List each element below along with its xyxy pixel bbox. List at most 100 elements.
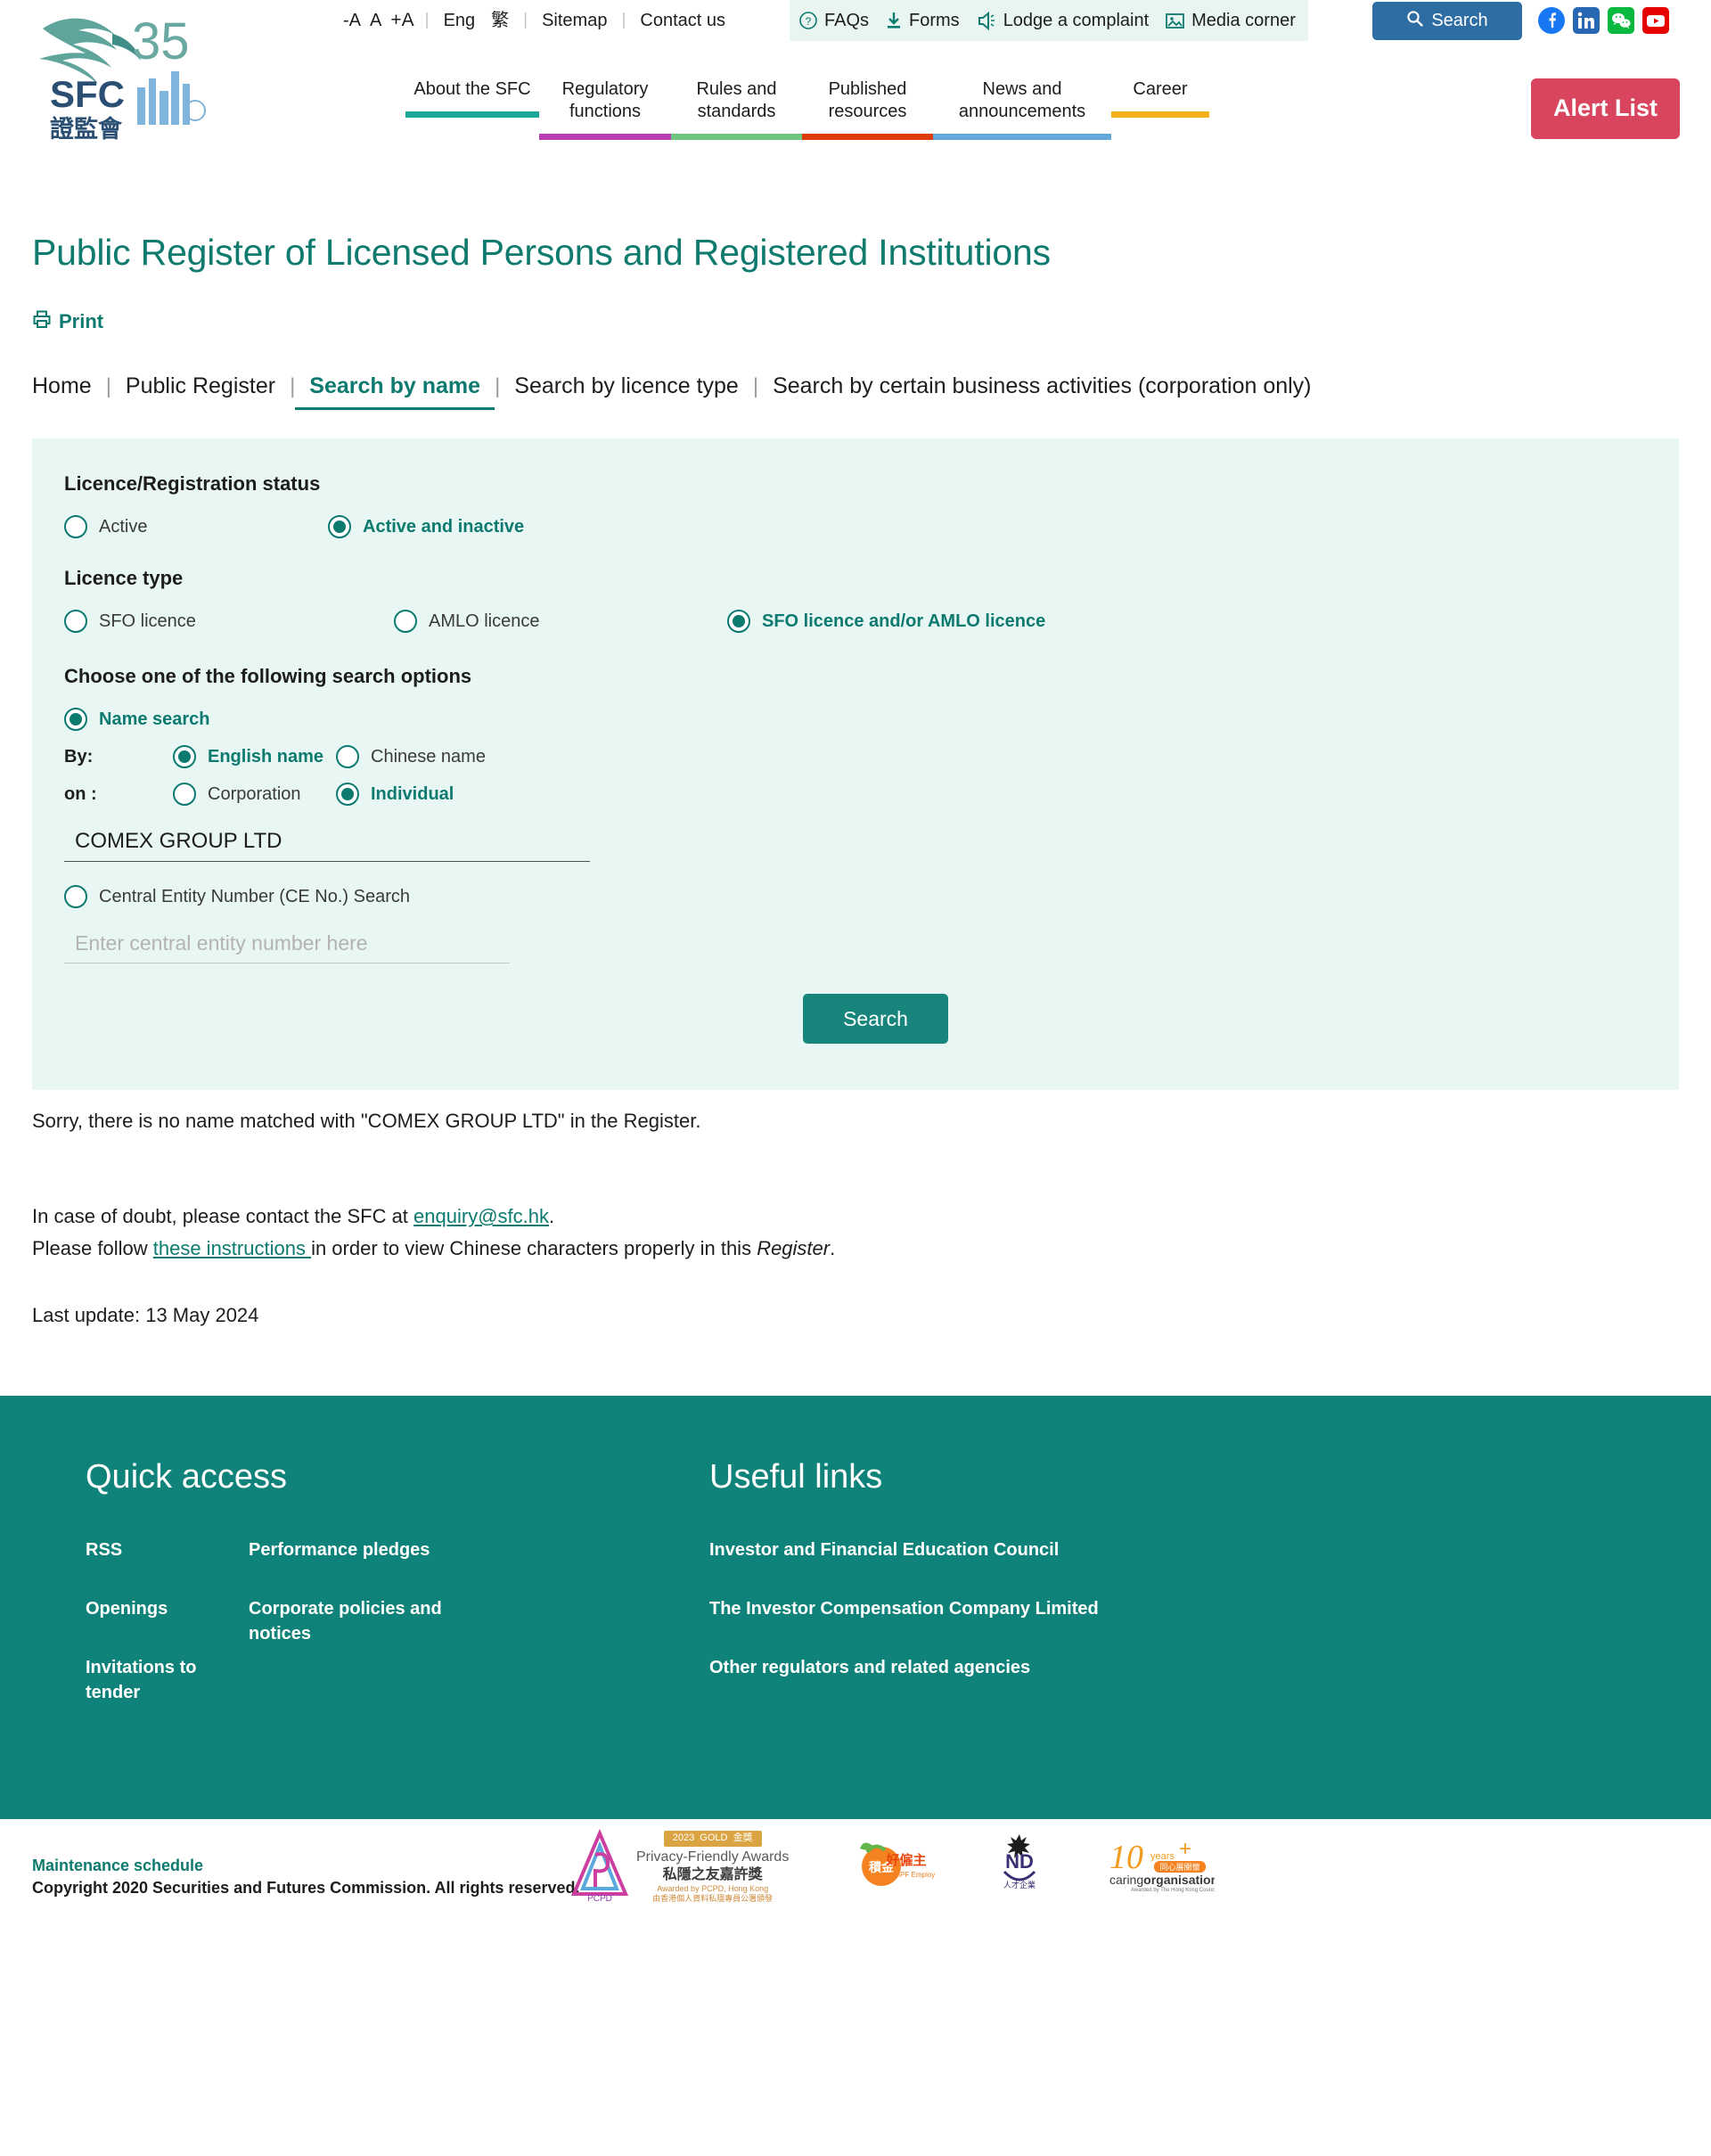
nav-label: News and announcements xyxy=(958,79,1086,121)
lang-chinese-link[interactable]: 繁 xyxy=(483,0,517,41)
lang-english-link[interactable]: Eng xyxy=(436,0,484,41)
contact-note: In case of doubt, please contact the SFC… xyxy=(32,1201,1711,1233)
quick-access-title: Quick access xyxy=(86,1457,287,1496)
utility-icon-bar: ? FAQs Forms Lodge a complaint Media cor… xyxy=(790,0,1308,41)
licence-status-label: Licence/Registration status xyxy=(64,472,321,495)
tab-public-register[interactable]: Public Register xyxy=(111,373,290,399)
lodge-complaint-link[interactable]: Lodge a complaint xyxy=(976,11,1149,31)
contact-note-suffix: . xyxy=(549,1205,555,1227)
radio-chinese-name[interactable]: Chinese name xyxy=(336,745,486,768)
footer-columns: Quick access RSS Openings Invitations to… xyxy=(0,1458,1711,1739)
nav-item-news-and-announcements[interactable]: News and announcements xyxy=(933,78,1111,149)
tab-home[interactable]: Home xyxy=(32,373,106,399)
print-button[interactable]: Print xyxy=(32,309,103,334)
tab-search-by-name[interactable]: Search by name xyxy=(295,373,495,410)
radio-label: Individual xyxy=(371,783,454,804)
nav-item-published-resources[interactable]: Published resources xyxy=(802,78,933,149)
radio-status-active[interactable]: Active xyxy=(64,515,328,538)
instructions-suffix: . xyxy=(830,1236,836,1259)
alert-list-button[interactable]: Alert List xyxy=(1531,78,1680,139)
good-mpf-apple-icon: 積金 好僱主 Good MPF Employer xyxy=(860,1842,942,1887)
sitemap-link[interactable]: Sitemap xyxy=(534,0,615,41)
enquiry-email-link[interactable]: enquiry@sfc.hk xyxy=(413,1205,549,1227)
question-circle-icon: ? xyxy=(798,11,818,30)
svg-text:+: + xyxy=(1179,1837,1191,1861)
wechat-icon[interactable] xyxy=(1608,7,1634,34)
footer-quick-access: Quick access RSS Openings Invitations to… xyxy=(86,1458,709,1739)
font-decrease-button[interactable]: -A xyxy=(339,11,365,31)
sfc-logo[interactable]: 35 SFC 證監會 xyxy=(27,2,214,152)
nav-label: Rules and standards xyxy=(696,79,777,121)
print-label: Print xyxy=(59,310,104,332)
divider: | xyxy=(621,11,626,29)
youtube-icon[interactable] xyxy=(1642,7,1669,34)
radio-english-name[interactable]: English name xyxy=(173,745,336,768)
svg-text:ND: ND xyxy=(1005,1850,1034,1873)
media-corner-link[interactable]: Media corner xyxy=(1165,11,1296,31)
divider: | xyxy=(424,11,430,29)
radio-amlo-licence[interactable]: AMLO licence xyxy=(394,610,727,633)
svg-text:35: 35 xyxy=(132,12,190,70)
footer-link-performance-pledges[interactable]: Performance pledges xyxy=(249,1537,552,1562)
svg-text:years: years xyxy=(1150,1851,1175,1862)
radio-ce-number-search[interactable]: Central Entity Number (CE No.) Search xyxy=(64,885,410,908)
font-normal-button[interactable]: A xyxy=(365,11,386,31)
ce-search-row: Central Entity Number (CE No.) Search xyxy=(64,885,1679,908)
site-footer: Quick access RSS Openings Invitations to… xyxy=(0,1395,1711,1819)
radio-status-active-and-inactive[interactable]: Active and inactive xyxy=(328,515,524,538)
footer-link-other-regulators[interactable]: Other regulators and related agencies xyxy=(709,1655,1099,1680)
award-logos: PCPD 2023 GOLD 金獎 Privacy-Friendly Award… xyxy=(570,1828,1259,1905)
nav-item-rules-and-standards[interactable]: Rules and standards xyxy=(671,78,802,149)
tab-search-by-licence-type[interactable]: Search by licence type xyxy=(500,373,753,399)
footer-link-invitations-to-tender[interactable]: Invitations to tender xyxy=(86,1655,249,1705)
nav-underline xyxy=(539,134,671,140)
page-content: Public Register of Licensed Persons and … xyxy=(0,232,1711,1332)
instructions-mid: in order to view Chinese characters prop… xyxy=(311,1236,757,1259)
svg-text:Awarded by The Hong Kong Counc: Awarded by The Hong Kong Council of Soci… xyxy=(1131,1888,1215,1893)
forms-label: Forms xyxy=(909,10,960,30)
svg-text:證監會: 證監會 xyxy=(50,115,123,143)
footer-link-openings[interactable]: Openings xyxy=(86,1596,249,1621)
on-label: on : xyxy=(64,783,97,804)
radio-indicator xyxy=(727,610,750,633)
these-instructions-link[interactable]: these instructions xyxy=(153,1237,311,1259)
award-title-en: Privacy-Friendly Awards xyxy=(636,1849,790,1865)
nav-item-regulatory-functions[interactable]: Regulatory functions xyxy=(539,78,671,149)
footer-link-ifec[interactable]: Investor and Financial Education Council xyxy=(709,1537,1099,1562)
tab-search-by-business-activities[interactable]: Search by certain business activities (c… xyxy=(758,373,1325,399)
breadcrumb-tabs: Home | Public Register | Search by name … xyxy=(32,373,1711,410)
radio-name-search[interactable]: Name search xyxy=(64,708,210,731)
radio-corporation[interactable]: Corporation xyxy=(173,783,336,806)
footer-link-icc[interactable]: The Investor Compensation Company Limite… xyxy=(709,1596,1099,1621)
nav-item-career[interactable]: Career xyxy=(1111,78,1209,127)
radio-individual[interactable]: Individual xyxy=(336,783,454,806)
ce-number-input[interactable] xyxy=(64,928,510,963)
footer-link-corporate-policies-and-notices[interactable]: Corporate policies and notices xyxy=(249,1596,467,1646)
image-icon xyxy=(1165,11,1185,30)
radio-sfo-andor-amlo-licence[interactable]: SFO licence and/or AMLO licence xyxy=(727,610,1045,633)
by-label: By: xyxy=(64,746,94,766)
search-by-row: By: English name Chinese name xyxy=(64,745,1679,768)
linkedin-icon[interactable] xyxy=(1573,7,1600,34)
name-search-input[interactable] xyxy=(64,825,590,862)
svg-text:10: 10 xyxy=(1109,1839,1143,1876)
radio-label: Corporation xyxy=(208,783,301,804)
social-links xyxy=(1538,7,1669,34)
forms-link[interactable]: Forms xyxy=(885,11,960,31)
form-search-button[interactable]: Search xyxy=(803,994,948,1044)
facebook-icon[interactable] xyxy=(1538,7,1565,34)
font-increase-button[interactable]: +A xyxy=(386,10,418,31)
radio-sfo-licence[interactable]: SFO licence xyxy=(64,610,394,633)
printer-icon xyxy=(32,309,52,334)
svg-text:同心展關懷: 同心展關懷 xyxy=(1160,1862,1200,1873)
radio-label: SFO licence xyxy=(99,611,196,631)
radio-label: Chinese name xyxy=(371,746,486,766)
footer-link-rss[interactable]: RSS xyxy=(86,1537,249,1562)
nav-underline xyxy=(405,111,539,118)
nav-item-about-the-sfc[interactable]: About the SFC xyxy=(405,78,539,127)
manpower-developer-logo: ND 人才企業 xyxy=(988,1831,1051,1901)
faqs-link[interactable]: ? FAQs xyxy=(798,11,869,31)
header-search-button[interactable]: Search xyxy=(1372,2,1522,40)
instructions-prefix: Please follow xyxy=(32,1236,153,1259)
contact-us-link[interactable]: Contact us xyxy=(632,0,733,41)
